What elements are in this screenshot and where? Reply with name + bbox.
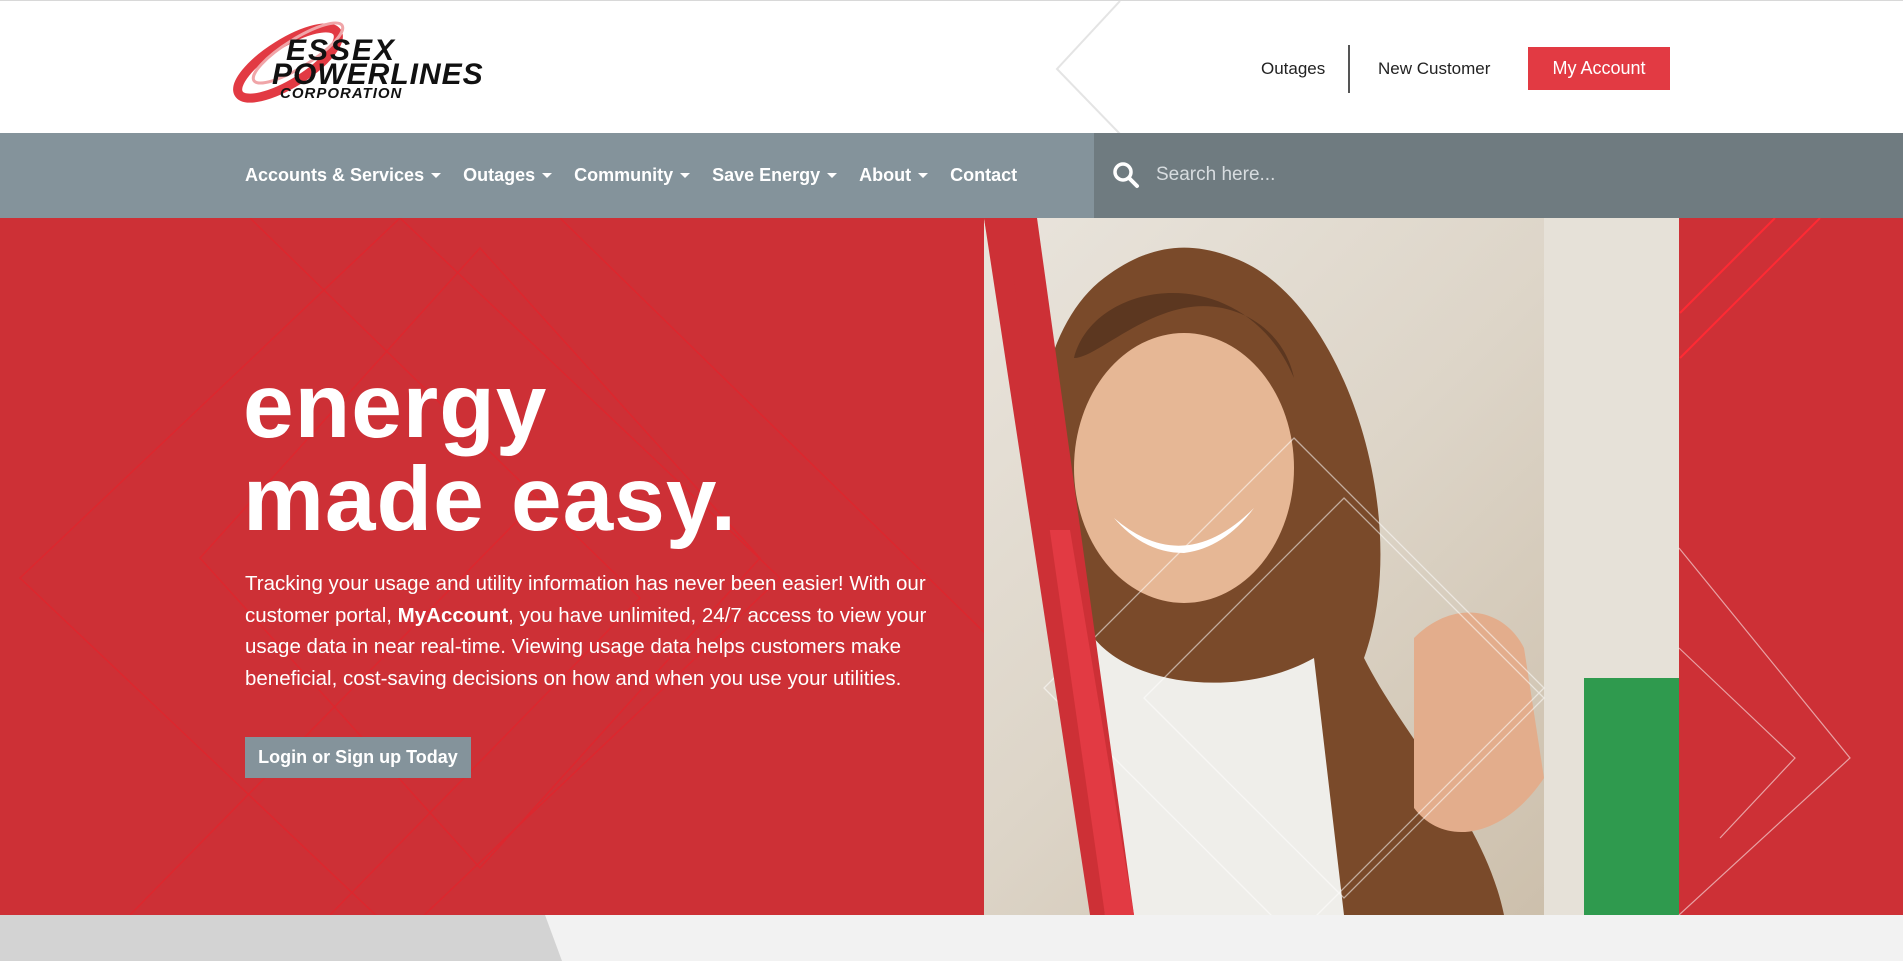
nav-label: About (859, 165, 912, 185)
nav-item-save-energy[interactable]: Save Energy (712, 165, 838, 186)
hero-title-line2: made easy. (243, 449, 737, 550)
nav-label: Outages (463, 165, 536, 185)
hero-title: energy made easy. (243, 360, 737, 546)
page: ESSEX POWERLINES CORPORATION Outages New… (0, 0, 1903, 961)
main-nav-items: Accounts & Services Outages Community Sa… (245, 133, 1039, 218)
hero-title-line1: energy (243, 356, 548, 457)
my-account-button[interactable]: My Account (1528, 47, 1670, 90)
caret-down-icon (542, 173, 553, 178)
hero-description: Tracking your usage and utility informat… (245, 568, 945, 694)
utility-link-new-customer[interactable]: New Customer (1378, 59, 1490, 79)
nav-item-contact[interactable]: Contact (950, 165, 1017, 186)
nav-label: Contact (950, 165, 1018, 185)
main-nav: Accounts & Services Outages Community Sa… (0, 133, 1094, 218)
search-input[interactable] (1156, 153, 1856, 197)
utility-link-outages[interactable]: Outages (1261, 59, 1325, 79)
login-signup-button[interactable]: Login or Sign up Today (245, 737, 471, 778)
header-diamond-decoration (1055, 1, 1121, 134)
logo-line3: CORPORATION (280, 85, 403, 102)
hero-wedge-overlay (984, 218, 1851, 915)
caret-down-icon (431, 173, 442, 178)
nav-label: Save Energy (712, 165, 821, 185)
nav-item-community[interactable]: Community (574, 165, 691, 186)
nav-item-outages[interactable]: Outages (463, 165, 553, 186)
caret-down-icon (918, 173, 929, 178)
top-header: ESSEX POWERLINES CORPORATION Outages New… (0, 0, 1903, 134)
myaccount-highlight: MyAccount (397, 603, 509, 627)
hero-banner: energy made easy. Tracking your usage an… (0, 218, 1903, 915)
utility-divider (1348, 45, 1350, 93)
bottom-gray-shape (0, 915, 562, 961)
essex-powerlines-logo[interactable]: ESSEX POWERLINES CORPORATION (228, 13, 568, 105)
caret-down-icon (827, 173, 838, 178)
nav-item-accounts-services[interactable]: Accounts & Services (245, 165, 442, 186)
search-bar (1094, 133, 1903, 218)
nav-label: Community (574, 165, 674, 185)
caret-down-icon (680, 173, 691, 178)
next-section-peek (0, 915, 1903, 961)
search-icon[interactable] (1112, 161, 1140, 189)
nav-label: Accounts & Services (245, 165, 425, 185)
nav-item-about[interactable]: About (859, 165, 929, 186)
